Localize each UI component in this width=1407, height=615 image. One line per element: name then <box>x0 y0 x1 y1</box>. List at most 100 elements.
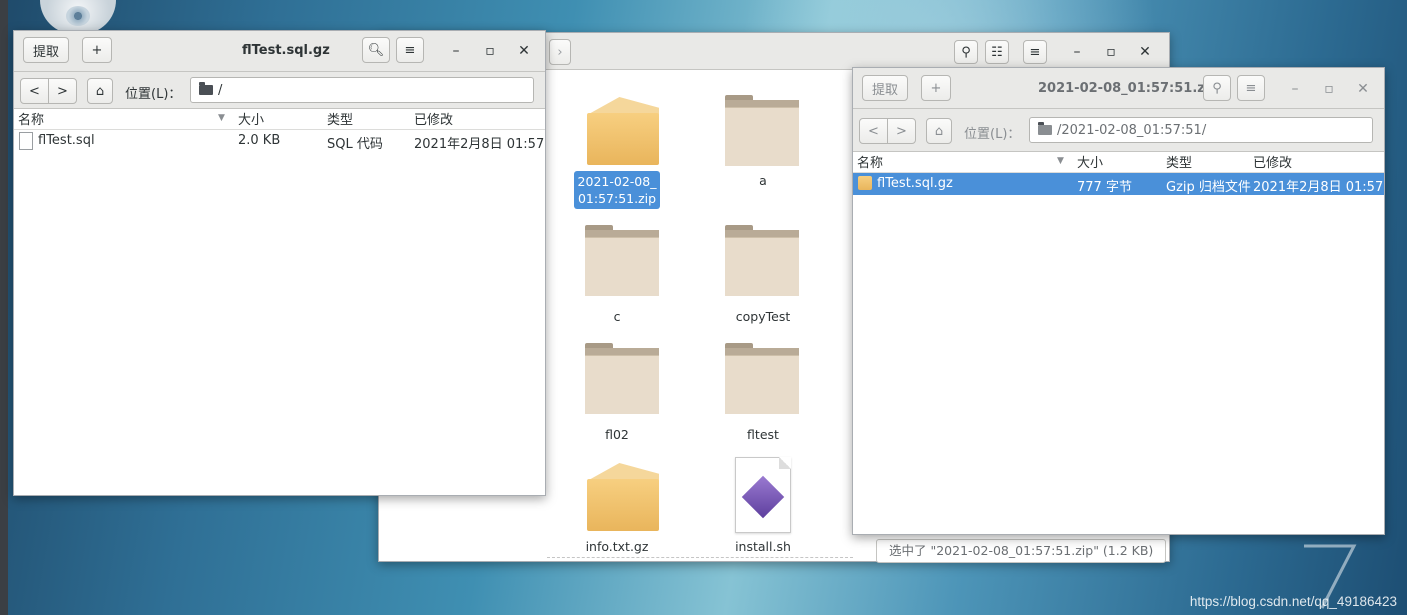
sort-arrow-icon: ▼ <box>1057 156 1064 166</box>
search-button[interactable]: ⚲ <box>1203 75 1231 101</box>
search-button[interactable]: 🔍︎ <box>362 37 390 63</box>
folder-item-c[interactable]: c <box>547 223 687 333</box>
menu-button[interactable]: ≡ <box>1023 40 1047 64</box>
file-item-label: 2021-02-08_ 01:57:51.zip <box>573 171 661 209</box>
minimize-button[interactable]: – <box>446 41 466 61</box>
extract-button[interactable]: 提取 <box>23 37 69 63</box>
location-field[interactable]: / <box>190 77 534 103</box>
close-button[interactable]: ✕ <box>1353 79 1373 99</box>
list-view-icon: ☷ <box>991 44 1003 60</box>
search-button[interactable]: ⚲ <box>954 40 978 64</box>
menu-icon: ≡ <box>1029 44 1041 60</box>
menu-icon: ≡ <box>1245 80 1257 96</box>
close-button[interactable]: ✕ <box>514 41 534 61</box>
home-button[interactable]: ⌂ <box>87 78 113 104</box>
file-type: SQL 代码 <box>327 137 383 152</box>
disc-desktop-icon[interactable] <box>40 0 116 34</box>
maximize-button[interactable]: ▫ <box>1101 42 1121 62</box>
col-type[interactable]: 类型 <box>1166 152 1192 171</box>
folder-icon <box>585 343 659 414</box>
archive-icon <box>587 453 659 531</box>
desktop-left-edge <box>0 0 8 615</box>
location-toolbar: < > ⌂ 位置(L)： /2021-02-08_01:57:51/ <box>853 109 1384 152</box>
add-button[interactable]: + <box>82 37 112 63</box>
file-type: Gzip 归档文件 <box>1166 180 1251 195</box>
file-name: flTest.sql.gz <box>877 176 953 191</box>
folder-icon <box>725 343 799 414</box>
file-size: 777 字节 <box>1077 180 1132 195</box>
file-item-label: info.txt.gz <box>585 539 649 554</box>
add-button[interactable]: + <box>921 75 951 101</box>
script-icon <box>735 457 791 533</box>
minimize-button[interactable]: – <box>1285 79 1305 99</box>
file-name: flTest.sql <box>38 133 95 148</box>
home-button[interactable]: ⌂ <box>926 118 952 144</box>
col-type[interactable]: 类型 <box>327 109 353 128</box>
minimize-button[interactable]: – <box>1067 42 1087 62</box>
menu-button[interactable]: ≡ <box>1237 75 1265 101</box>
home-icon: ⌂ <box>95 83 105 99</box>
back-button[interactable]: < <box>860 119 887 143</box>
file-size: 2.0 KB <box>238 133 281 148</box>
file-item-install[interactable]: install.sh <box>693 453 833 557</box>
window-title: flTest.sql.gz <box>242 43 330 58</box>
close-button[interactable]: ✕ <box>1135 42 1155 62</box>
watermark: https://blog.csdn.net/qq_49186423 <box>1189 594 1397 609</box>
archive-file-icon <box>858 176 872 190</box>
search-icon: ⚲ <box>961 44 971 60</box>
table-row[interactable]: flTest.sql.gz 777 字节 Gzip 归档文件 2021年2月8日… <box>853 173 1384 195</box>
location-label: 位置(L)： <box>964 127 1021 142</box>
folder-label: c <box>613 309 621 324</box>
col-modified[interactable]: 已修改 <box>1253 152 1292 171</box>
path-forward-button[interactable]: › <box>549 39 571 65</box>
folder-item-fltest[interactable]: fltest <box>693 341 833 451</box>
file-item-zip[interactable]: 2021-02-08_ 01:57:51.zip <box>547 73 687 213</box>
file-modified: 2021年2月8日 01:57 <box>414 137 545 152</box>
folder-label: a <box>759 173 767 188</box>
folder-item-a[interactable]: a <box>693 73 833 193</box>
status-text: 选中了 "2021-02-08_01:57:51.zip" (1.2 KB) <box>889 543 1154 558</box>
sort-arrow-icon: ▼ <box>218 113 225 123</box>
folder-item-copyTest[interactable]: copyTest <box>693 223 833 333</box>
search-icon: 🔍︎ <box>367 42 385 58</box>
folder-label: fltest <box>747 427 779 442</box>
col-size[interactable]: 大小 <box>1077 152 1103 171</box>
location-label: 位置(L)： <box>125 87 182 102</box>
col-modified[interactable]: 已修改 <box>414 109 453 128</box>
menu-button[interactable]: ≡ <box>396 37 424 63</box>
archive-titlebar: 提取 + flTest.sql.gz 🔍︎ ≡ – ▫ ✕ <box>14 31 545 72</box>
column-header: 名称 ▼ 大小 类型 已修改 <box>853 152 1384 173</box>
maximize-button[interactable]: ▫ <box>1319 79 1339 99</box>
col-size[interactable]: 大小 <box>238 109 264 128</box>
location-toolbar: < > ⌂ 位置(L)： / <box>14 72 545 109</box>
folder-label: copyTest <box>735 309 791 324</box>
folder-icon <box>199 82 213 95</box>
maximize-button[interactable]: ▫ <box>480 41 500 61</box>
back-button[interactable]: < <box>21 79 48 103</box>
col-name[interactable]: 名称 <box>18 109 44 128</box>
folder-item-fl02[interactable]: fl02 <box>547 341 687 451</box>
archive-titlebar: 提取 + 2021-02-08_01:57:51.zip ⚲ ≡ – ▫ ✕ <box>853 68 1384 109</box>
location-field[interactable]: /2021-02-08_01:57:51/ <box>1029 117 1373 143</box>
col-name[interactable]: 名称 <box>857 152 883 171</box>
file-grid: 2021-02-08_ 01:57:51.zip a c copyTest fl0… <box>547 73 853 557</box>
view-options-button[interactable]: ☷ <box>985 40 1009 64</box>
forward-button[interactable]: > <box>48 79 76 103</box>
text-file-icon <box>19 132 33 150</box>
archive-window-sql-gz: 提取 + flTest.sql.gz 🔍︎ ≡ – ▫ ✕ < > ⌂ 位置(L… <box>13 30 546 496</box>
folder-icon <box>1038 122 1052 135</box>
menu-icon: ≡ <box>404 42 416 58</box>
search-icon: ⚲ <box>1212 80 1222 96</box>
status-bar: 选中了 "2021-02-08_01:57:51.zip" (1.2 KB) <box>876 539 1167 563</box>
forward-button[interactable]: > <box>887 119 915 143</box>
folder-icon <box>585 225 659 296</box>
archive-window-zip: 提取 + 2021-02-08_01:57:51.zip ⚲ ≡ – ▫ ✕ <… <box>852 67 1385 535</box>
file-item-info[interactable]: info.txt.gz <box>547 453 687 557</box>
column-header: 名称 ▼ 大小 类型 已修改 <box>14 109 545 130</box>
window-title: 2021-02-08_01:57:51.zip <box>1038 81 1219 96</box>
archive-icon <box>587 87 659 165</box>
folder-label: fl02 <box>605 427 629 442</box>
folder-icon <box>725 95 799 166</box>
extract-button[interactable]: 提取 <box>862 75 908 101</box>
table-row[interactable]: flTest.sql 2.0 KB SQL 代码 2021年2月8日 01:57 <box>14 130 545 152</box>
